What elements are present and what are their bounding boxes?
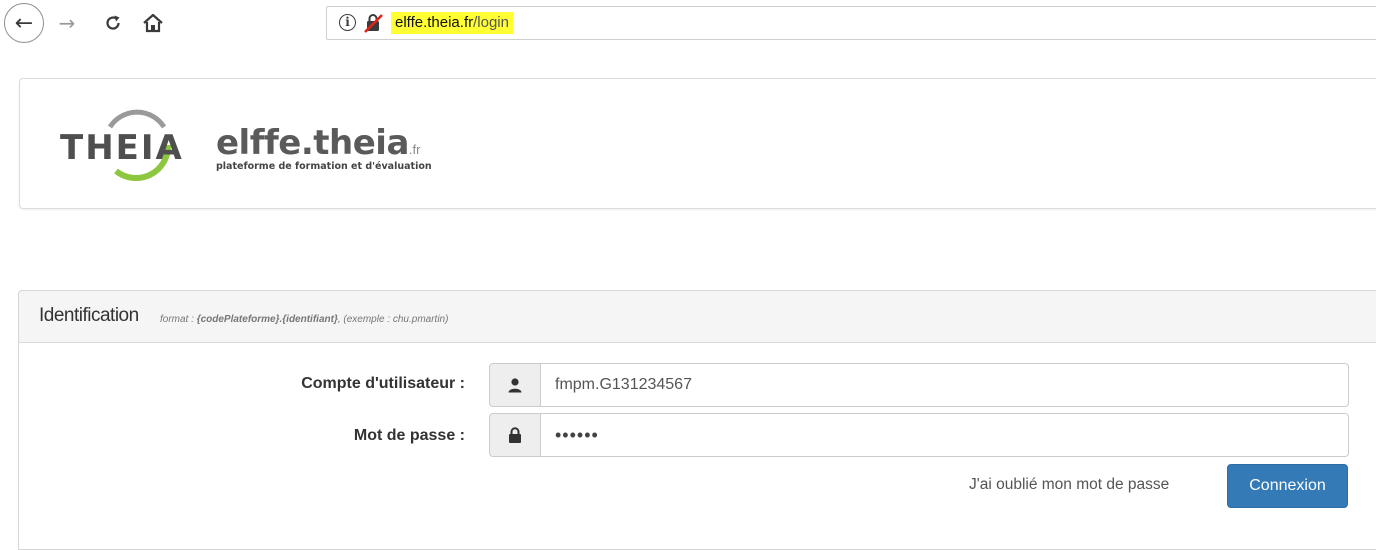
back-arrow-icon: ← — [14, 10, 34, 36]
username-group — [489, 363, 1349, 407]
lock-icon — [509, 427, 521, 443]
brand-tagline: plateforme de formation et d'évaluation — [216, 161, 432, 172]
home-icon — [143, 13, 163, 33]
hint-format: {codePlateforme}.{identifiant} — [196, 314, 338, 325]
panel-heading: Identification format : {codePlateforme}… — [19, 291, 1376, 343]
forgot-password-link[interactable]: J'ai oublié mon mot de passe — [969, 476, 1169, 494]
theia-logo[interactable]: THEIA — [60, 101, 195, 191]
info-icon[interactable]: i — [339, 14, 356, 31]
reload-button[interactable] — [98, 8, 128, 38]
panel-title: Identification — [39, 305, 139, 326]
hint-prefix: format : — [160, 314, 197, 325]
home-button[interactable] — [138, 8, 168, 38]
lock-addon — [489, 413, 541, 457]
password-group: •••••• — [489, 413, 1349, 457]
browser-toolbar: ← → i elffe.theia.fr/login — [0, 0, 1376, 46]
forward-arrow-icon: → — [58, 11, 76, 35]
user-addon — [489, 363, 541, 407]
logo-text: THEIA — [60, 128, 184, 168]
password-input[interactable]: •••••• — [540, 413, 1349, 457]
url-host: elffe.theia.fr — [395, 14, 474, 31]
address-bar[interactable]: i elffe.theia.fr/login — [326, 6, 1376, 40]
insecure-lock-icon[interactable] — [363, 13, 385, 33]
brand-block: elffe.theia.fr plateforme de formation e… — [216, 123, 432, 172]
reload-icon — [106, 15, 120, 30]
brand-name: elffe.theia — [216, 123, 409, 163]
forward-button[interactable]: → — [52, 8, 82, 38]
url-path: /login — [473, 14, 509, 31]
back-button[interactable]: ← — [4, 3, 44, 43]
login-button[interactable]: Connexion — [1227, 464, 1348, 508]
password-label: Mot de passe : — [353, 427, 465, 444]
user-icon — [508, 378, 522, 393]
login-panel: Identification format : {codePlateforme}… — [18, 290, 1376, 550]
username-input[interactable] — [540, 363, 1349, 407]
brand-tld: .fr — [408, 142, 421, 157]
username-label: Compte d'utilisateur : — [301, 375, 465, 392]
hint-example: , (exemple : chu.pmartin) — [337, 314, 449, 325]
format-hint: format : {codePlateforme}.{identifiant},… — [160, 314, 448, 325]
url-text[interactable]: elffe.theia.fr/login — [391, 12, 513, 34]
site-header: THEIA elffe.theia.fr plateforme de forma… — [19, 78, 1376, 209]
